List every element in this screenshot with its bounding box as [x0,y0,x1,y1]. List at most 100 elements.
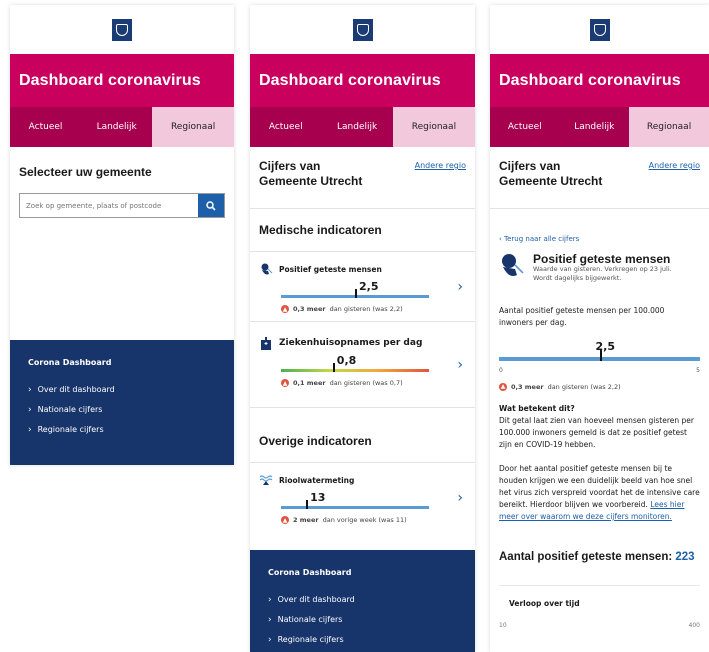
person-test-icon [259,262,273,276]
chevron-right-icon: › [28,405,32,415]
footer-link-national[interactable]: › Nationale cijfers [28,405,216,415]
screen-region-overview: Dashboard coronavirus Actueel Landelijk … [250,5,475,652]
tab-regionaal[interactable]: Regionaal [152,107,234,147]
bar-marker [332,363,335,372]
footer: Corona Dashboard › Over dit dashboard › Na… [250,550,475,652]
chevron-right-icon: › [268,595,272,605]
delta-text: dan gisteren (was 0,7) [329,379,403,387]
indicator-bar: 0,8 [281,350,429,376]
footer: Corona Dashboard › Over dit dashboard › Na… [10,340,234,465]
sewer-icon [259,473,273,487]
metric-axis: 05 [499,365,700,377]
metric-description-line: inwoners per dag. [499,318,567,327]
person-test-icon [499,253,525,283]
back-link-label: Terug naar alle cijfers [504,235,580,243]
screen-indicator-detail: Dashboard coronavirus Actueel Landelijk … [490,5,709,652]
indicator-title: Ziekenhuisopnames per dag [279,338,423,348]
axis-min: 0 [499,367,503,374]
detail-subtitle: Wordt dagelijks bijgewerkt. [533,274,622,282]
footer-link-label: Over dit dashboard [277,595,355,604]
region-title: Cijfers van Gemeente Utrecht [499,159,602,198]
indicator-delta: ▲ 2 meer dan vorige week (was 11) [281,516,466,524]
axis-max: 5 [696,367,700,374]
footer-link-label: Nationale cijfers [277,615,343,624]
delta-text: dan vorige week (was 11) [322,516,407,524]
explanation-heading: Wat betekent dit? [499,404,575,413]
change-region-link[interactable]: Andere regio [649,159,700,198]
chevron-right-icon: › [457,278,463,295]
chevron-right-icon: › [268,615,272,625]
chart-axis-right: 400 [688,622,700,629]
delta-amount: 0,3 meer [511,383,544,391]
page-title: Selecteer uw gemeente [19,165,152,179]
search-bar [19,193,225,218]
tab-actueel[interactable]: Actueel [10,107,81,147]
back-link[interactable]: ‹ Terug naar alle cijfers [499,233,700,245]
footer-link-label: Regionale cijfers [37,425,104,434]
footer-title: Corona Dashboard [28,358,112,367]
footer-link-regional[interactable]: › Regionale cijfers [28,425,216,435]
government-logo-icon [112,18,132,41]
total-value: 223 [675,551,695,563]
search-input[interactable] [20,194,198,217]
indicator-delta: ▲ 0,1 meer dan gisteren (was 0,7) [281,379,466,387]
region-header: Cijfers van Gemeente Utrecht Andere regi… [490,147,709,209]
tab-regionaal[interactable]: Regionaal [392,107,475,147]
indicator-value: 13 [310,491,326,504]
explanation-paragraph: Dit getal laat zien van hoeveel mensen g… [499,416,694,449]
tab-landelijk[interactable]: Landelijk [81,107,152,147]
footer-link-regional[interactable]: › Regionale cijfers [268,635,457,645]
indicator-bar: 2,5 [281,276,429,302]
search-button[interactable] [198,194,224,217]
explanation-paragraph-2: Door het aantal positief geteste mensen … [499,463,700,523]
hospital-icon [259,336,273,350]
section-other-heading: Overige indicatoren [250,408,475,463]
bar-marker [355,289,357,298]
total-heading: Aantal positief geteste mensen: 223 [499,551,700,563]
footer-link-label: Nationale cijfers [37,405,103,414]
search-icon [206,200,216,211]
total-label: Aantal positief geteste mensen: [499,551,676,563]
region-header: Cijfers van Gemeente Utrecht Andere regi… [250,147,475,209]
chevron-right-icon: › [28,425,32,435]
chart-axis-left: 10 [499,622,507,629]
region-name: Gemeente Utrecht [499,174,603,188]
indicator-title: Positief geteste mensen [279,264,382,274]
footer-link-about[interactable]: › Over dit dashboard [28,385,216,395]
footer-title: Corona Dashboard [268,568,352,577]
indicator-sewer[interactable]: Rioolwatermeting 13 ▲ 2 meer dan vorige w… [250,463,475,532]
tab-regionaal[interactable]: Regionaal [629,107,709,147]
tab-landelijk[interactable]: Landelijk [321,107,392,147]
detail-title: Positief geteste mensen [533,252,671,266]
screen-select-municipality: Dashboard coronavirus Actueel Landelijk … [10,5,234,465]
indicator-hospital[interactable]: Ziekenhuisopnames per dag 0,8 ▲ 0,1 meer … [250,322,475,408]
change-region-link[interactable]: Andere regio [415,159,466,198]
region-title: Cijfers van Gemeente Utrecht [259,159,362,198]
main-tabs: Actueel Landelijk Regionaal [10,107,234,147]
metric-delta: ▲ 0,3 meer dan gisteren (was 2,2) [499,381,700,393]
delta-amount: 0,3 meer [293,305,326,313]
section-medical-heading: Medische indicatoren [250,209,475,252]
chevron-right-icon: › [457,356,463,373]
detail-content: ‹ Terug naar alle cijfers Positief getes… [490,209,709,642]
tab-actueel[interactable]: Actueel [490,107,560,147]
arrow-up-icon: ▲ [499,383,507,391]
indicator-title: Rioolwatermeting [279,475,355,485]
app-title: Dashboard coronavirus [250,54,475,107]
indicator-positive-tests[interactable]: Positief geteste mensen 2,5 ▲ 0,3 meer da… [250,252,475,322]
region-name: Gemeente Utrecht [259,174,363,188]
footer-link-national[interactable]: › Nationale cijfers [268,615,457,625]
region-title-line: Cijfers van [499,159,561,173]
region-title-line: Cijfers van [259,159,321,173]
footer-link-label: Over dit dashboard [37,385,115,394]
delta-text: dan gisteren (was 2,2) [547,383,621,391]
tab-landelijk[interactable]: Landelijk [560,107,630,147]
tab-actueel[interactable]: Actueel [250,107,321,147]
chevron-right-icon: › [268,635,272,645]
metric-description: Aantal positief geteste mensen per 100.0… [499,305,700,329]
metric-value: 2,5 [595,340,616,353]
indicator-delta: ▲ 0,3 meer dan gisteren (was 2,2) [281,305,466,313]
app-title: Dashboard coronavirus [490,54,709,107]
footer-link-about[interactable]: › Over dit dashboard [268,595,457,605]
bar-marker [306,500,309,509]
